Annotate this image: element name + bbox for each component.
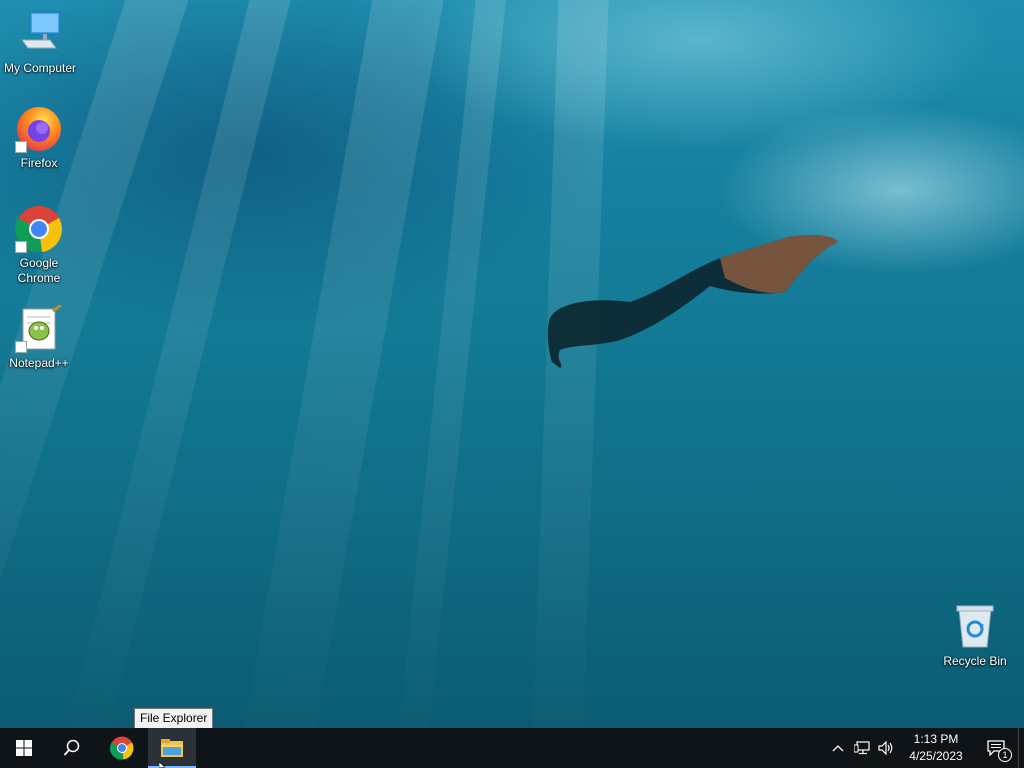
search-button[interactable] bbox=[48, 728, 96, 768]
chevron-up-icon bbox=[832, 745, 844, 752]
freediver-figure bbox=[547, 235, 838, 368]
taskbar-clock[interactable]: 1:13 PM 4/25/2023 bbox=[898, 731, 974, 765]
show-desktop-button[interactable] bbox=[1018, 728, 1024, 768]
computer-icon bbox=[16, 10, 64, 58]
system-tray: 1:13 PM 4/25/2023 1 bbox=[826, 728, 1024, 768]
chrome-icon bbox=[15, 205, 63, 253]
taskbar-chrome-button[interactable] bbox=[96, 728, 148, 768]
desktop-icon-google-chrome[interactable]: Google Chrome bbox=[0, 205, 79, 286]
network-button[interactable] bbox=[850, 728, 874, 768]
recycle-bin-icon bbox=[951, 603, 999, 651]
shortcut-arrow-icon bbox=[15, 141, 27, 153]
clock-date: 4/25/2023 bbox=[909, 749, 963, 763]
desktop-icon-my-computer[interactable]: My Computer bbox=[0, 10, 80, 76]
desktop-icon-notepadpp[interactable]: Notepad++ bbox=[0, 303, 79, 371]
volume-button[interactable] bbox=[874, 728, 898, 768]
firefox-icon bbox=[15, 105, 63, 153]
volume-icon bbox=[878, 741, 893, 755]
taskbar: 1:13 PM 4/25/2023 1 bbox=[0, 728, 1024, 768]
desktop-icon-firefox[interactable]: Firefox bbox=[0, 105, 79, 171]
desktop-icon-recycle-bin[interactable]: Recycle Bin bbox=[935, 603, 1015, 669]
desktop-icon-label: Recycle Bin bbox=[943, 654, 1007, 668]
start-button[interactable] bbox=[0, 728, 48, 768]
show-hidden-icons-button[interactable] bbox=[826, 728, 850, 768]
taskbar-tooltip: File Explorer bbox=[134, 708, 214, 729]
desktop-icon-label: Firefox bbox=[20, 156, 58, 170]
notification-count-badge: 1 bbox=[998, 748, 1012, 762]
shortcut-arrow-icon bbox=[15, 341, 27, 353]
desktop-icon-label: Google Chrome bbox=[17, 256, 61, 285]
desktop-icon-label: My Computer bbox=[3, 61, 77, 75]
taskbar-file-explorer-button[interactable] bbox=[148, 728, 196, 768]
desktop-wallpaper bbox=[0, 0, 1024, 728]
desktop-icon-label: Notepad++ bbox=[9, 356, 69, 370]
search-icon bbox=[63, 739, 80, 756]
windows-logo-icon bbox=[16, 740, 32, 756]
shortcut-arrow-icon bbox=[15, 241, 27, 253]
mouse-cursor-icon bbox=[159, 762, 165, 768]
notepadpp-icon bbox=[15, 303, 63, 353]
action-center-button[interactable]: 1 bbox=[974, 728, 1018, 768]
clock-time: 1:13 PM bbox=[913, 732, 959, 746]
network-icon bbox=[854, 741, 870, 755]
chrome-icon bbox=[110, 736, 134, 760]
folder-icon bbox=[161, 739, 183, 757]
